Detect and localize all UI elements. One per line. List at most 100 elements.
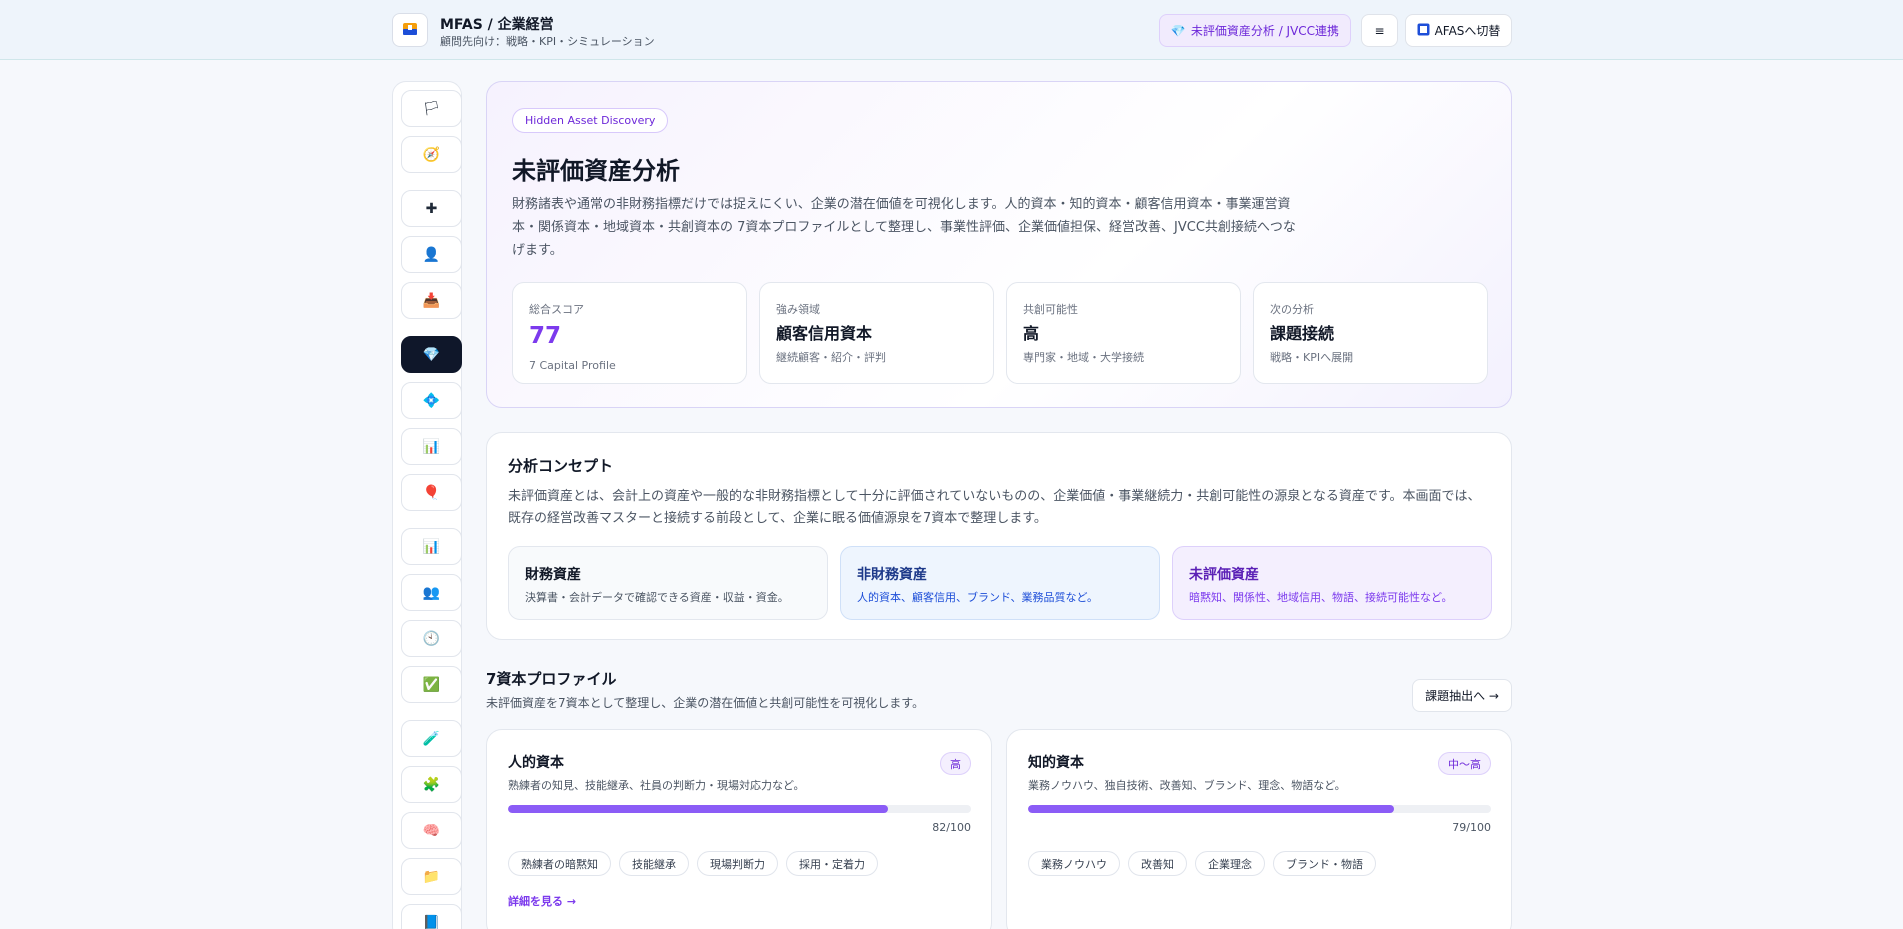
sidebar-item-book[interactable]: 📘 bbox=[401, 904, 462, 929]
page-title: 未評価資産分析 bbox=[512, 157, 680, 185]
chart-icon: 📊 bbox=[422, 538, 441, 555]
asset-desc: 人的資本、顧客信用、ブランド、業務品質など。 bbox=[857, 591, 1099, 604]
section-subtitle: 未評価資産を7資本として整理し、企業の潜在価値と共創可能性を可視化します。 bbox=[486, 696, 925, 710]
test-tube-icon: 🧪 bbox=[422, 730, 441, 747]
user-icon: 👤 bbox=[422, 246, 441, 263]
sidebar-item-plus[interactable]: ✚ bbox=[401, 190, 462, 227]
tag[interactable]: ブランド・物語 bbox=[1273, 851, 1376, 876]
gem-icon: 💎 bbox=[422, 346, 441, 363]
kpi-cocreation: 共創可能性 高 専門家・地域・大学接続 bbox=[1006, 282, 1241, 384]
asset-unvalued: 未評価資産 暗黙知、関係性、地域信用、物語、接続可能性など。 bbox=[1172, 546, 1492, 620]
sidebar-item-brain[interactable]: 🧠 bbox=[401, 812, 462, 849]
kpi-sub: 専門家・地域・大学接続 bbox=[1023, 351, 1144, 364]
hero-card: Hidden Asset Discovery 未評価資産分析 財務諸表や通常の非… bbox=[486, 81, 1512, 408]
kpi-label: 共創可能性 bbox=[1023, 303, 1078, 316]
concept-title: 分析コンセプト bbox=[508, 457, 614, 475]
sidebar-item-diamond[interactable]: 💠 bbox=[401, 382, 462, 419]
sidebar-item-puzzle[interactable]: 🧩 bbox=[401, 766, 462, 803]
sidebar-item-flag[interactable]: 🏳 bbox=[401, 90, 462, 127]
asset-title: 未評価資産 bbox=[1189, 567, 1259, 583]
tag[interactable]: 改善知 bbox=[1128, 851, 1187, 876]
kpi-value: 顧客信用資本 bbox=[776, 324, 873, 343]
asset-title: 非財務資産 bbox=[857, 567, 927, 583]
app-subtitle: 顧問先向け：戦略・KPI・シミュレーション bbox=[440, 35, 655, 48]
people-icon: 👥 bbox=[422, 584, 441, 601]
hero-pill: Hidden Asset Discovery bbox=[512, 108, 669, 133]
folder-icon: 📁 bbox=[422, 868, 441, 885]
menu-icon: ≡ bbox=[1374, 23, 1385, 38]
sidebar-item-balloon[interactable]: 🎈 bbox=[401, 474, 462, 511]
asset-desc: 決算書・会計データで確認できる資産・収益・資金。 bbox=[525, 591, 789, 604]
sidebar-item-user[interactable]: 👤 bbox=[401, 236, 462, 273]
tag[interactable]: 業務ノウハウ bbox=[1028, 851, 1120, 876]
menu-button[interactable]: ≡ bbox=[1361, 14, 1398, 47]
kpi-sub: 戦略・KPIへ展開 bbox=[1270, 351, 1354, 364]
score-label: 79/100 bbox=[1452, 821, 1491, 834]
check-icon: ✅ bbox=[422, 676, 441, 693]
kpi-label: 総合スコア bbox=[529, 303, 584, 316]
clock-icon: 🕙 bbox=[422, 630, 441, 647]
concept-description: 未評価資産とは、会計上の資産や一般的な非財務指標として十分に評価されていないもの… bbox=[508, 489, 1481, 526]
score-bar bbox=[1028, 805, 1491, 813]
compass-icon: 🧭 bbox=[422, 146, 441, 163]
asset-title: 財務資産 bbox=[525, 567, 581, 583]
kpi-total-score: 総合スコア 77 7 Capital Profile bbox=[512, 282, 747, 384]
kpi-value: 課題接続 bbox=[1270, 324, 1335, 343]
concept-card: 分析コンセプト 未評価資産とは、会計上の資産や一般的な非財務指標として十分に評価… bbox=[486, 432, 1512, 640]
sidebar-item-stamp[interactable]: 📥 bbox=[401, 282, 462, 319]
sidebar-item-people[interactable]: 👥 bbox=[401, 574, 462, 611]
bar-chart-icon: 📊 bbox=[422, 438, 441, 455]
kpi-strength: 強み領域 顧客信用資本 継続顧客・紹介・評判 bbox=[759, 282, 994, 384]
switch-afas-button[interactable]: AFASへ切替 bbox=[1405, 14, 1512, 47]
balloon-icon: 🎈 bbox=[422, 484, 441, 501]
app-logo[interactable] bbox=[392, 13, 428, 47]
kpi-label: 強み領域 bbox=[776, 303, 820, 316]
sidebar-item-compass[interactable]: 🧭 bbox=[401, 136, 462, 173]
extract-issues-button[interactable]: 課題抽出へ → bbox=[1412, 679, 1512, 712]
capital-card-human: 人的資本 高 熟練者の知見、技能継承、社員の判断力・現場対応力など。 82/10… bbox=[486, 729, 992, 929]
diamond-icon: 💠 bbox=[422, 392, 441, 409]
puzzle-icon: 🧩 bbox=[422, 776, 441, 793]
tag[interactable]: 技能継承 bbox=[619, 851, 689, 876]
score-bar bbox=[508, 805, 971, 813]
switch-afas-label: AFASへ切替 bbox=[1434, 24, 1501, 38]
capital-desc: 業務ノウハウ、独自技術、改善知、ブランド、理念、物語など。 bbox=[1028, 779, 1346, 792]
tag[interactable]: 熟練者の暗黙知 bbox=[508, 851, 611, 876]
plus-icon: ✚ bbox=[425, 200, 438, 217]
logo-icon bbox=[403, 23, 417, 35]
gem-icon: 💎 bbox=[1170, 23, 1186, 38]
book-icon: 📘 bbox=[422, 914, 441, 929]
sidebar-item-test-tube[interactable]: 🧪 bbox=[401, 720, 462, 757]
capital-desc: 熟練者の知見、技能継承、社員の判断力・現場対応力など。 bbox=[508, 779, 805, 792]
sidebar-item-hidden-assets[interactable]: 💎 bbox=[401, 336, 462, 373]
asset-financial: 財務資産 決算書・会計データで確認できる資産・収益・資金。 bbox=[508, 546, 828, 620]
kpi-next-analysis: 次の分析 課題接続 戦略・KPIへ展開 bbox=[1253, 282, 1488, 384]
app-title: MFAS / 企業経営 bbox=[440, 17, 554, 33]
stamp-icon: 📥 bbox=[422, 292, 441, 309]
asset-nonfinancial: 非財務資産 人的資本、顧客信用、ブランド、業務品質など。 bbox=[840, 546, 1160, 620]
tag[interactable]: 採用・定着力 bbox=[786, 851, 878, 876]
tag[interactable]: 現場判断力 bbox=[697, 851, 778, 876]
score-bar-fill bbox=[508, 805, 888, 813]
detail-link[interactable]: 詳細を見る → bbox=[508, 893, 576, 909]
kpi-value: 高 bbox=[1023, 324, 1040, 343]
capital-badge: 中〜高 bbox=[1438, 752, 1491, 775]
kpi-sub: 継続顧客・紹介・評判 bbox=[776, 351, 886, 364]
kpi-label: 次の分析 bbox=[1270, 303, 1314, 316]
sidebar-nav: 🏳 🧭 ✚ 👤 📥 💎 💠 📊 🎈 📊 👥 🕙 ✅ 🧪 🧩 🧠 📁 📘 bbox=[392, 81, 462, 929]
sidebar-item-folder[interactable]: 📁 bbox=[401, 858, 462, 895]
switch-icon bbox=[1417, 23, 1430, 39]
tag[interactable]: 企業理念 bbox=[1195, 851, 1265, 876]
section-title: 7資本プロファイル bbox=[486, 670, 617, 688]
tag-list: 熟練者の暗黙知 技能継承 現場判断力 採用・定着力 bbox=[508, 851, 878, 876]
sidebar-item-check[interactable]: ✅ bbox=[401, 666, 462, 703]
capital-badge: 高 bbox=[940, 752, 971, 775]
sidebar-item-clock[interactable]: 🕙 bbox=[401, 620, 462, 657]
hidden-asset-jvcc-label: 未評価資産分析 / JVCC連携 bbox=[1190, 24, 1340, 38]
kpi-value: 77 bbox=[529, 323, 562, 349]
sidebar-item-chart[interactable]: 📊 bbox=[401, 528, 462, 565]
score-bar-fill bbox=[1028, 805, 1394, 813]
sidebar-item-bar-chart[interactable]: 📊 bbox=[401, 428, 462, 465]
capital-title: 人的資本 bbox=[508, 755, 564, 771]
hidden-asset-jvcc-button[interactable]: 💎 未評価資産分析 / JVCC連携 bbox=[1159, 14, 1351, 47]
